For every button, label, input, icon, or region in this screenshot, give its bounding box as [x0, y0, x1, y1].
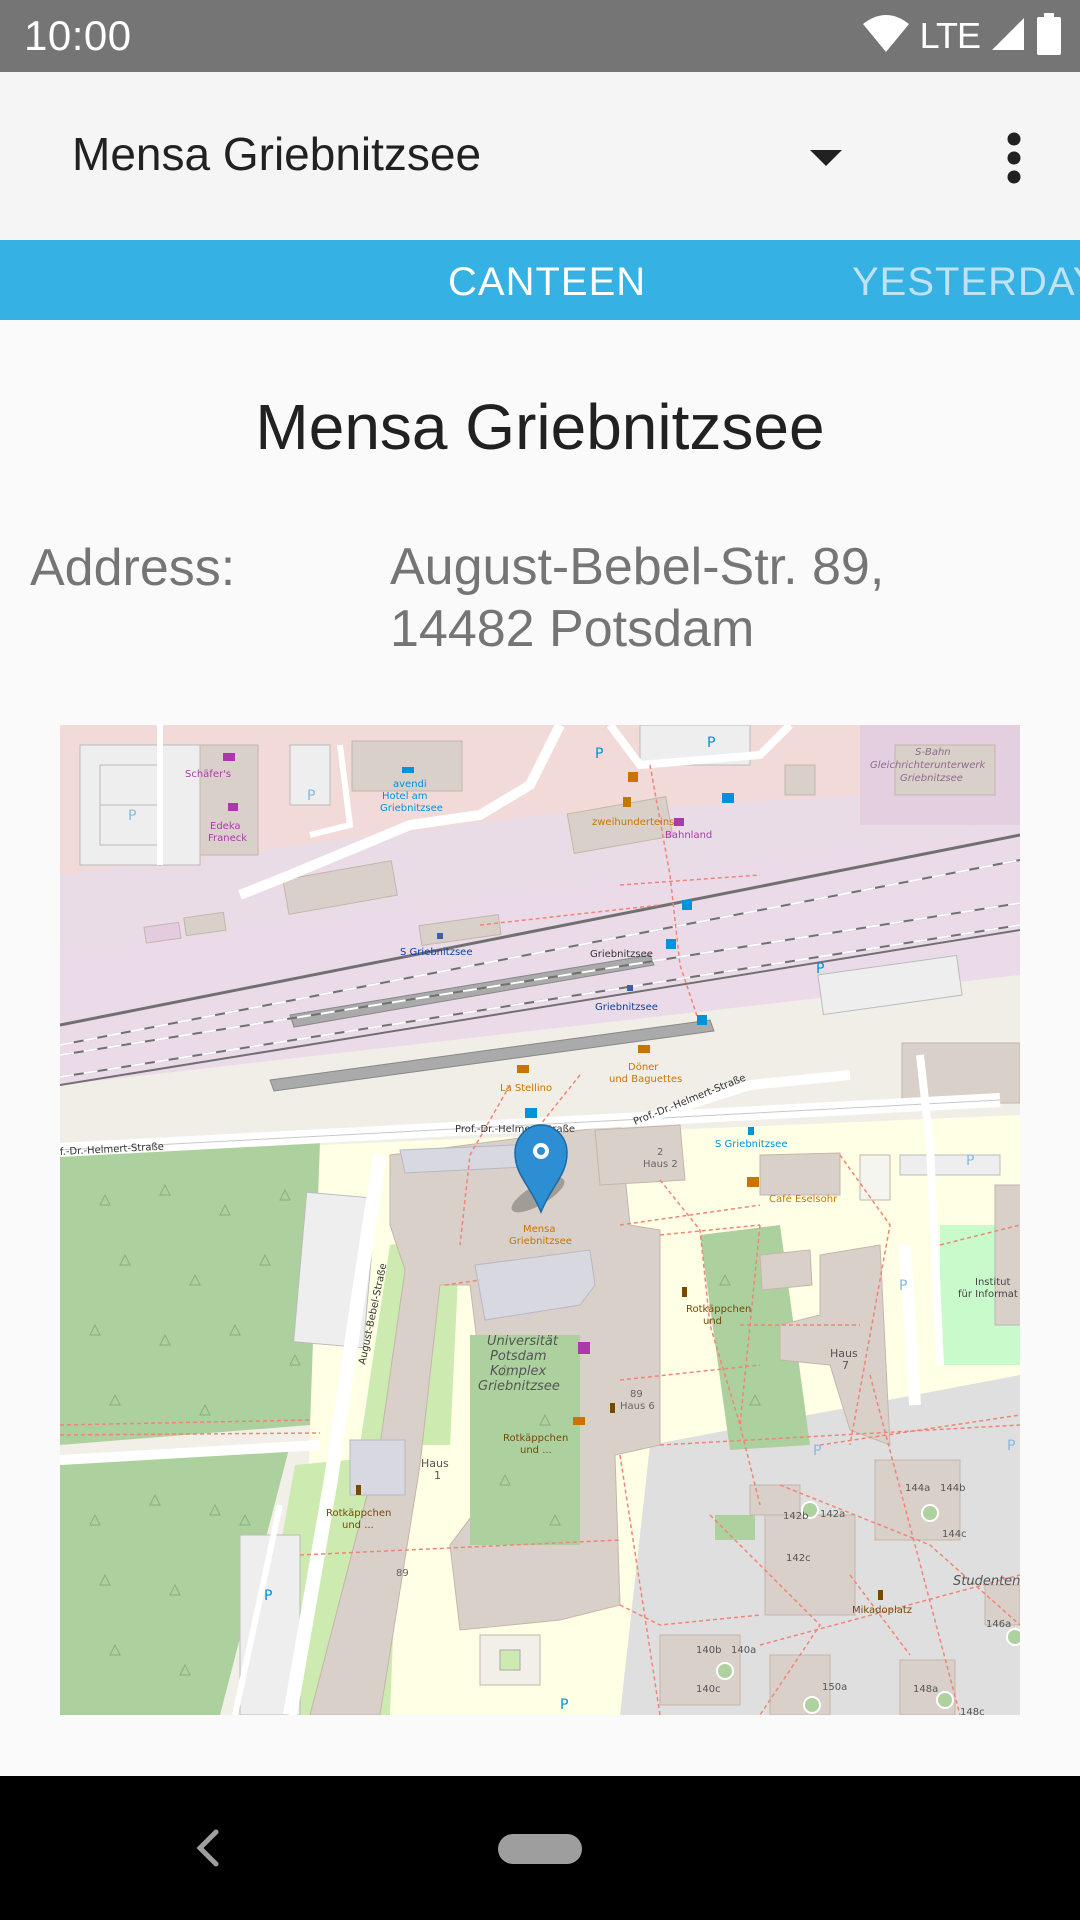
- map-label-institut: Institut: [975, 1277, 1010, 1288]
- map-label-150a: 150a: [822, 1682, 847, 1693]
- map-label-140a: 140a: [731, 1645, 756, 1656]
- map-label-148a: 148a: [913, 1684, 938, 1695]
- parking-label: P: [816, 961, 824, 977]
- map-label-haus-2-num: 2: [657, 1147, 663, 1158]
- parking-label: P: [264, 1588, 272, 1604]
- map-label-142c: 142c: [786, 1553, 811, 1564]
- map-label-mikadoplatz: Mikadoplatz: [852, 1605, 912, 1616]
- map-label-144c: 144c: [942, 1529, 967, 1540]
- parking-label: P: [707, 735, 715, 751]
- address-value: August-Bebel-Str. 89, 14482 Potsdam: [390, 536, 1050, 660]
- map-label-mensa: Mensa: [523, 1224, 555, 1235]
- tab-strip: CANTEEN YESTERDAY: [0, 240, 1080, 320]
- map-label-uni-1: Universität: [487, 1334, 559, 1349]
- address-line-2: 14482 Potsdam: [390, 600, 755, 658]
- map-label-rotkappchen-3b: und ...: [342, 1520, 374, 1531]
- parking-label: P: [1007, 1438, 1015, 1454]
- app-bar: Mensa Griebnitzsee: [0, 72, 1080, 240]
- map-label-institut-2: für Informat: [958, 1289, 1018, 1300]
- map-label-la-stellino: La Stellino: [500, 1083, 552, 1094]
- map-label-148c: 148c: [960, 1707, 985, 1715]
- map-label-avendi-3: Griebnitzsee: [380, 803, 443, 814]
- map-canvas: Schäfer's Edeka Franeck avendi Hotel am …: [60, 725, 1020, 1715]
- map-label-sbahn: S-Bahn: [915, 747, 951, 758]
- parking-label: P: [128, 808, 136, 824]
- map-label-rotkappchen-1: Rotkäppchen: [503, 1433, 568, 1444]
- address-label: Address:: [30, 539, 236, 597]
- map-label-s-griebnitzsee: S Griebnitzsee: [400, 947, 472, 958]
- map-label-142a: 142a: [820, 1509, 845, 1520]
- network-type-label: LTE: [919, 15, 981, 56]
- battery-icon: [1036, 12, 1062, 60]
- map-label-sbahn-2: Gleichrichterunterwerk: [870, 760, 987, 771]
- home-pill[interactable]: [498, 1834, 582, 1864]
- parking-label: P: [813, 1443, 821, 1459]
- map-label-schafers: Schäfer's: [185, 769, 231, 780]
- map-label-doner-2: und Baguettes: [609, 1074, 682, 1085]
- canteen-selector[interactable]: Mensa Griebnitzsee: [72, 124, 481, 184]
- map-label-avendi-2: Hotel am: [382, 791, 428, 802]
- map-label-studenten: Studenten: [953, 1574, 1020, 1589]
- map-label-144a: 144a: [905, 1483, 930, 1494]
- parking-label: P: [595, 746, 603, 762]
- wifi-icon: [862, 14, 910, 59]
- status-icons: LTE: [862, 12, 1062, 60]
- map-label-doner: Döner: [628, 1062, 659, 1073]
- parking-label: P: [307, 788, 315, 804]
- map-label-146a: 146a: [986, 1619, 1011, 1630]
- status-time: 10:00: [24, 12, 132, 59]
- map-label-mensa-2: Griebnitzsee: [509, 1236, 572, 1247]
- map-label-zweihunderteins: zweihunderteins: [592, 817, 674, 828]
- map-label-haus-7-num: 7: [842, 1359, 849, 1372]
- canteen-name: Mensa Griebnitzsee: [255, 391, 825, 463]
- map-label-140b: 140b: [696, 1645, 721, 1656]
- map-label-sbahn-3: Griebnitzsee: [900, 773, 963, 784]
- map-label-89: 89: [396, 1568, 409, 1579]
- map-label-140c: 140c: [696, 1684, 721, 1695]
- map-label-rotkappchen-2b: und: [703, 1316, 722, 1327]
- map-label-uni-2: Potsdam: [490, 1349, 547, 1364]
- map-label-haus-6: Haus 6: [620, 1401, 655, 1412]
- map-view[interactable]: Schäfer's Edeka Franeck avendi Hotel am …: [60, 725, 1020, 1715]
- map-label-haus-2: Haus 2: [643, 1159, 678, 1170]
- back-icon[interactable]: [190, 1816, 226, 1880]
- map-label-rotkappchen-3: Rotkäppchen: [326, 1508, 391, 1519]
- status-bar: 10:00 LTE: [0, 0, 1080, 72]
- parking-label: P: [966, 1153, 974, 1169]
- map-label-s-griebnitzsee-stop: S Griebnitzsee: [715, 1139, 787, 1150]
- map-label-bahnland: Bahnland: [665, 830, 712, 841]
- map-label-rotkappchen-2: Rotkäppchen: [686, 1304, 751, 1315]
- map-label-144b: 144b: [940, 1483, 965, 1494]
- signal-icon: [990, 16, 1026, 57]
- map-label-griebnitzsee-blue: Griebnitzsee: [595, 1002, 658, 1013]
- map-label-cafe-eselsohr: Café Eselsohr: [769, 1193, 838, 1205]
- tab-canteen[interactable]: CANTEEN: [448, 240, 646, 320]
- dropdown-arrow-icon[interactable]: [810, 150, 842, 171]
- map-label-griebnitzsee-station: Griebnitzsee: [590, 949, 653, 960]
- map-label-uni-4: Griebnitzsee: [478, 1379, 560, 1394]
- more-vert-icon[interactable]: [990, 128, 1038, 188]
- map-label-edeka-2: Franeck: [208, 833, 247, 844]
- map-label-avendi: avendi: [393, 779, 427, 790]
- map-label-edeka: Edeka: [210, 821, 241, 832]
- map-label-haus-6-num: 89: [630, 1389, 643, 1400]
- parking-label: P: [560, 1697, 568, 1713]
- map-label-haus-1-num: 1: [434, 1469, 441, 1482]
- parking-label: P: [899, 1278, 907, 1294]
- map-label-uni-3: Komplex: [490, 1364, 547, 1379]
- map-label-rotkappchen-1b: und ...: [520, 1445, 552, 1456]
- address-line-1: August-Bebel-Str. 89,: [390, 538, 885, 596]
- tab-yesterday[interactable]: YESTERDAY: [852, 240, 1080, 320]
- map-label-142b: 142b: [783, 1511, 808, 1522]
